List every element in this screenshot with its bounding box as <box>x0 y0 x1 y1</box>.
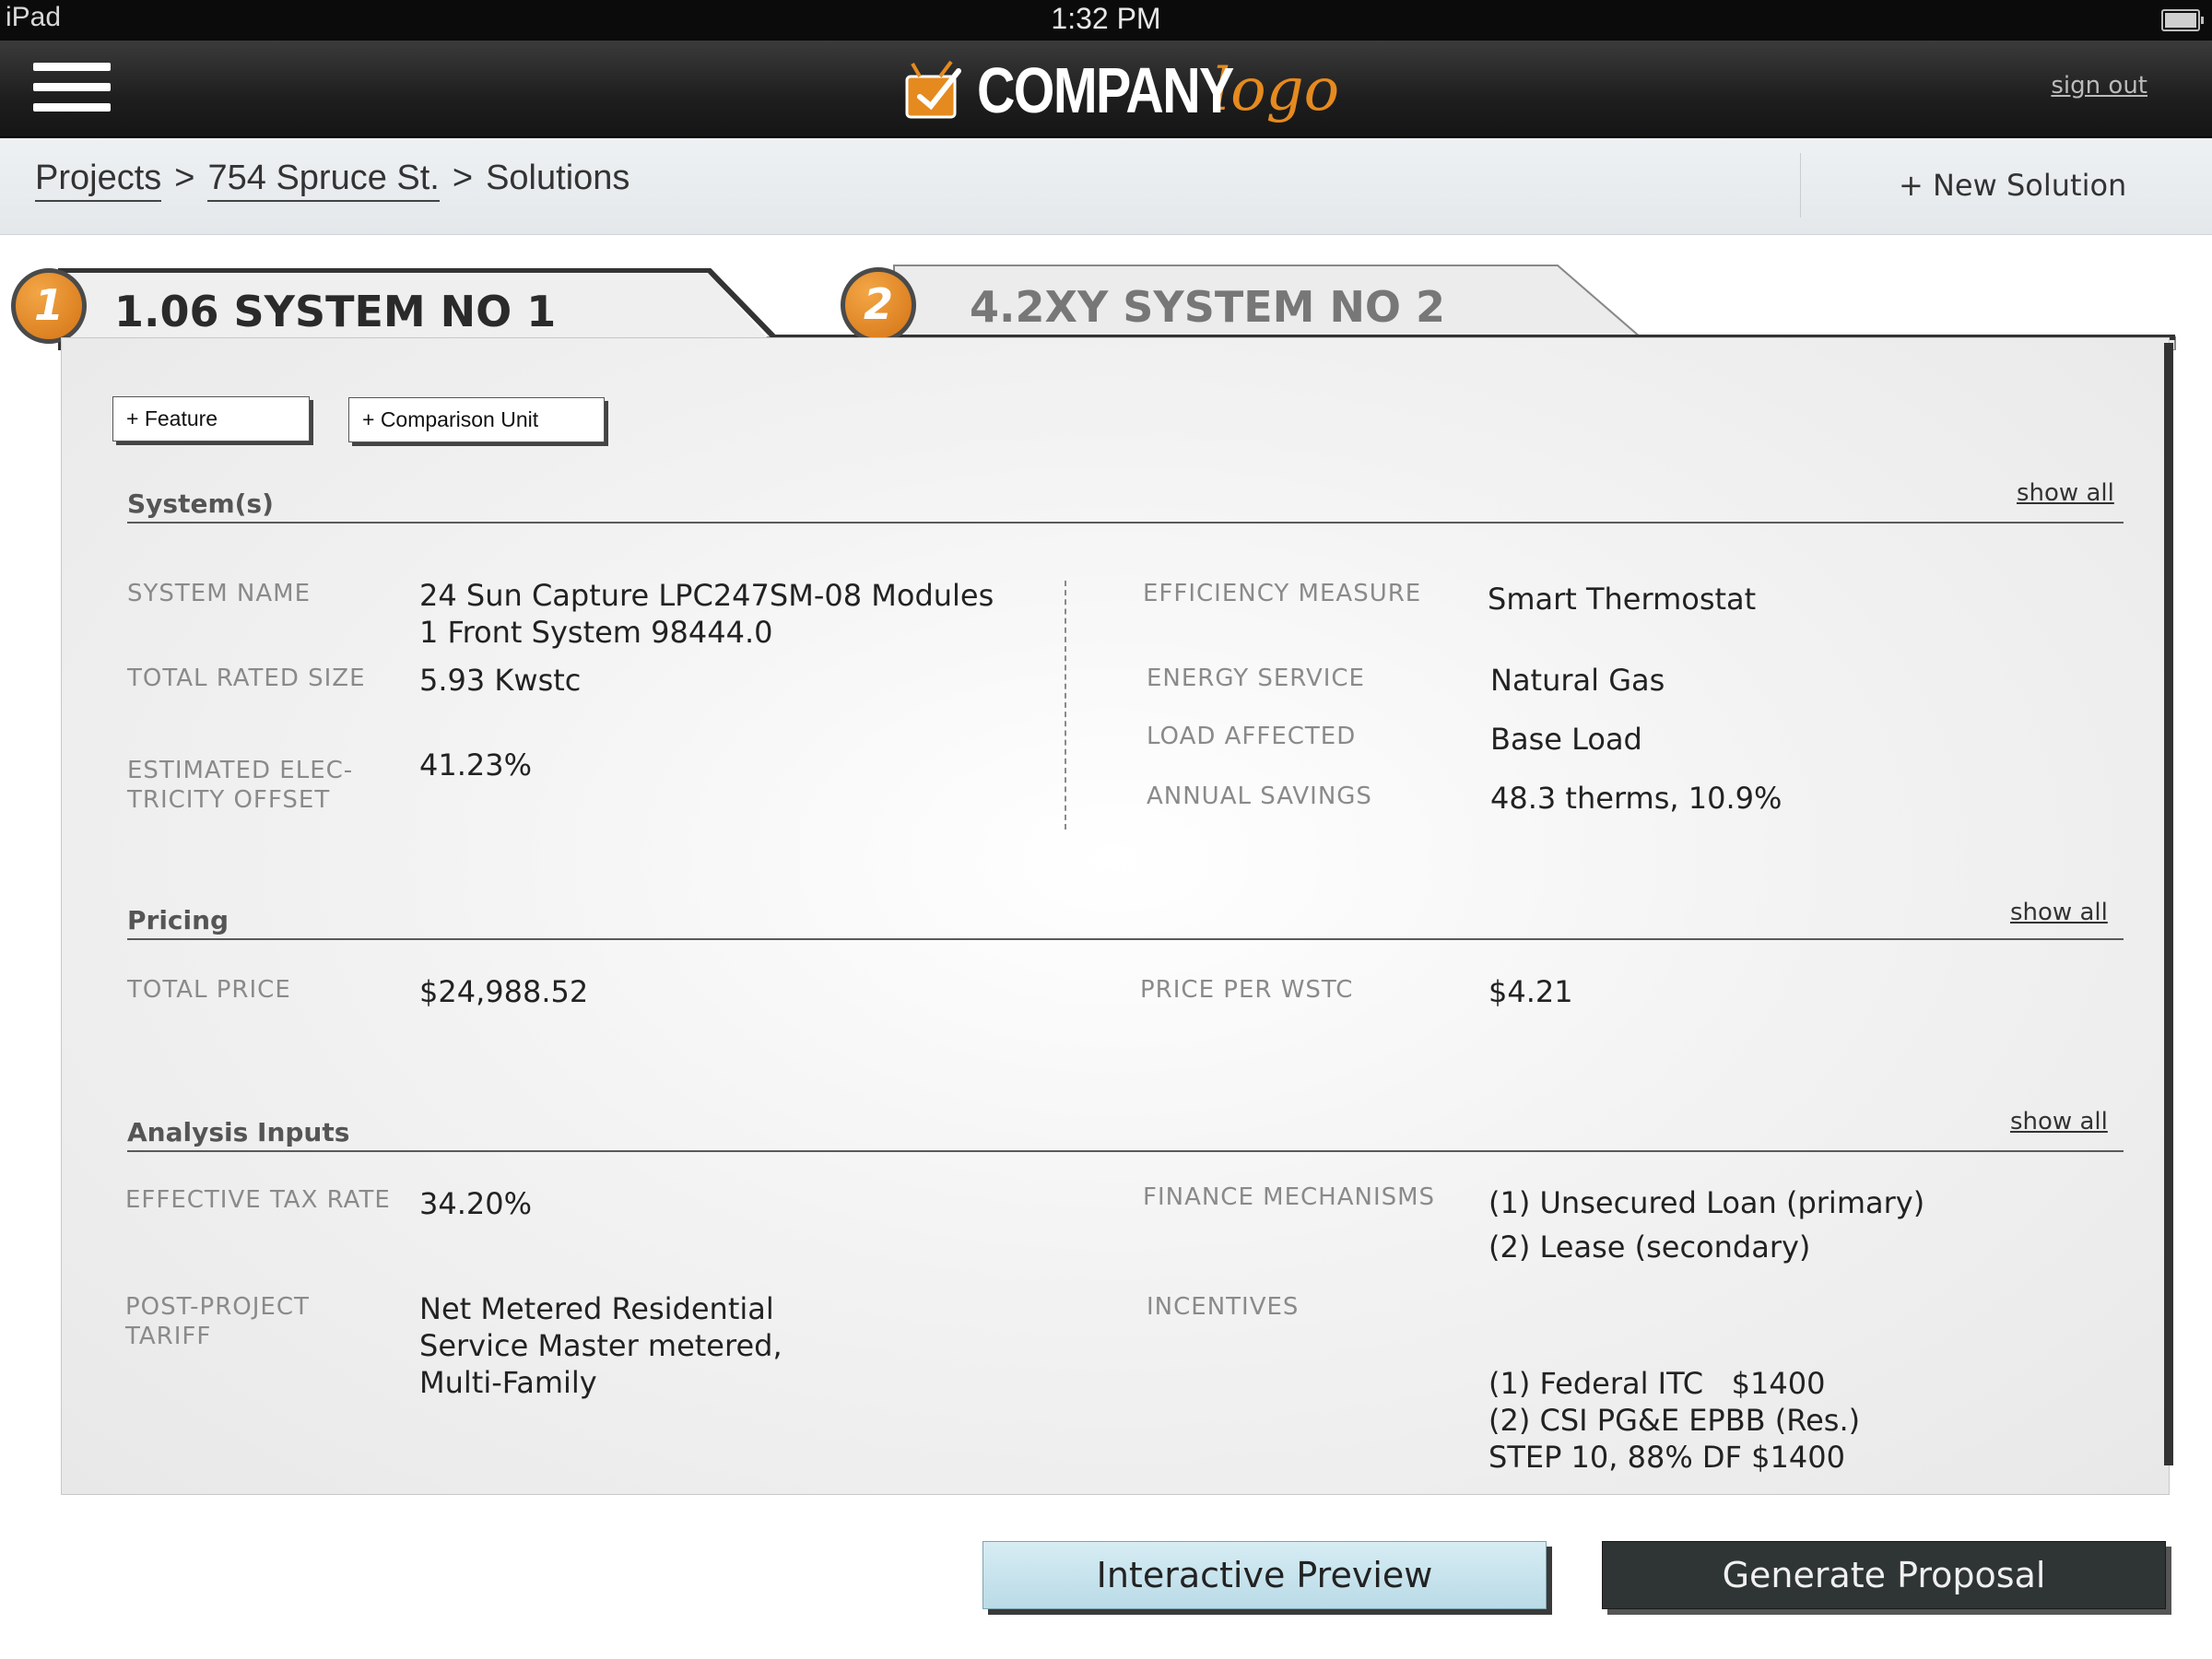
divider <box>1800 153 1801 218</box>
column-divider <box>1065 581 1066 830</box>
finance-mechanisms-label: FINANCE MECHANISMS <box>1143 1183 1436 1211</box>
price-per-wstc-label: PRICE PER WSTC <box>1140 976 1354 1004</box>
incentives-label: INCENTIVES <box>1147 1293 1300 1321</box>
total-price-value: $24,988.52 <box>419 974 589 1009</box>
generate-proposal-button[interactable]: Generate Proposal <box>1602 1541 2166 1609</box>
breadcrumb-separator: > <box>174 159 195 197</box>
system-name-label: SYSTEM NAME <box>127 580 311 607</box>
pricing-section-title: Pricing <box>127 905 229 935</box>
annual-savings-value: 48.3 therms, 10.9% <box>1490 781 1783 816</box>
clock: 1:32 PM <box>1051 2 1161 35</box>
panel-shadow <box>2164 343 2173 1465</box>
breadcrumb-separator: > <box>452 159 474 197</box>
finance-mechanisms-value: (1) Unsecured Loan (primary) (2) Lease (s… <box>1488 1185 1925 1265</box>
section-divider <box>127 938 2124 940</box>
systems-section-title: System(s) <box>127 488 274 519</box>
total-rated-size-label: TOTAL RATED SIZE <box>127 665 366 692</box>
section-divider <box>127 1150 2124 1152</box>
analysis-section-title: Analysis Inputs <box>127 1117 350 1147</box>
incentives-value: (1) Federal ITC $1400 (2) CSI PG&E EPBB (… <box>1488 1366 1861 1475</box>
electricity-offset-label: ESTIMATED ELEC- TRICITY OFFSET <box>127 757 354 814</box>
company-logo: COMPANY logo <box>903 46 1339 135</box>
annual-savings-label: ANNUAL SAVINGS <box>1147 782 1372 810</box>
total-price-label: TOTAL PRICE <box>127 976 291 1004</box>
pricing-show-all-link[interactable]: show all <box>2010 899 2108 926</box>
breadcrumb-bar: Projects > 754 Spruce St. > Solutions + … <box>0 138 2212 235</box>
add-comparison-unit-button[interactable]: + Comparison Unit <box>348 397 605 442</box>
battery-icon <box>2161 9 2204 31</box>
tab-number-badge: 1 <box>11 268 87 344</box>
analysis-show-all-link[interactable]: show all <box>2010 1108 2108 1135</box>
interactive-preview-button[interactable]: Interactive Preview <box>982 1541 1547 1609</box>
efficiency-measure-value: Smart Thermostat <box>1488 582 1757 617</box>
status-bar: iPad 1:32 PM <box>0 0 2212 41</box>
post-project-tariff-label: POST-PROJECT TARIFF <box>125 1293 310 1350</box>
price-per-wstc-value: $4.21 <box>1488 974 1573 1009</box>
electricity-offset-value: 41.23% <box>419 747 533 782</box>
effective-tax-rate-value: 34.20% <box>419 1186 533 1221</box>
new-solution-button[interactable]: + New Solution <box>1899 168 2126 203</box>
systems-show-all-link[interactable]: show all <box>2017 479 2114 507</box>
post-project-tariff-value: Net Metered Residential Service Master me… <box>419 1291 782 1400</box>
add-feature-button[interactable]: + Feature <box>112 396 310 441</box>
load-affected-value: Base Load <box>1490 722 1642 757</box>
section-divider <box>127 522 2124 524</box>
energy-service-label: ENERGY SERVICE <box>1147 665 1365 692</box>
sign-out-link[interactable]: sign out <box>2051 72 2147 100</box>
app-header: COMPANY logo sign out <box>0 41 2212 138</box>
tab-title: 4.2XY SYSTEM NO 2 <box>970 282 1446 332</box>
breadcrumb-current: Solutions <box>486 159 630 197</box>
logo-wordmark: COMPANY <box>977 54 1234 126</box>
energy-service-value: Natural Gas <box>1490 663 1665 698</box>
tv-logo-icon <box>905 60 961 119</box>
efficiency-measure-label: EFFICIENCY MEASURE <box>1143 580 1422 607</box>
load-affected-label: LOAD AFFECTED <box>1147 723 1357 750</box>
breadcrumb-projects[interactable]: Projects <box>35 159 162 202</box>
breadcrumb-project-address[interactable]: 754 Spruce St. <box>207 159 440 202</box>
effective-tax-rate-label: EFFECTIVE TAX RATE <box>125 1186 391 1214</box>
system-name-value: 24 Sun Capture LPC247SM-08 Modules 1 Fron… <box>419 578 994 650</box>
tab-title: 1.06 SYSTEM NO 1 <box>114 287 557 336</box>
tab-number-badge: 2 <box>841 267 916 343</box>
breadcrumb: Projects > 754 Spruce St. > Solutions <box>35 159 629 202</box>
hamburger-menu-icon[interactable] <box>33 61 111 114</box>
total-rated-size-value: 5.93 Kwstc <box>419 663 582 698</box>
